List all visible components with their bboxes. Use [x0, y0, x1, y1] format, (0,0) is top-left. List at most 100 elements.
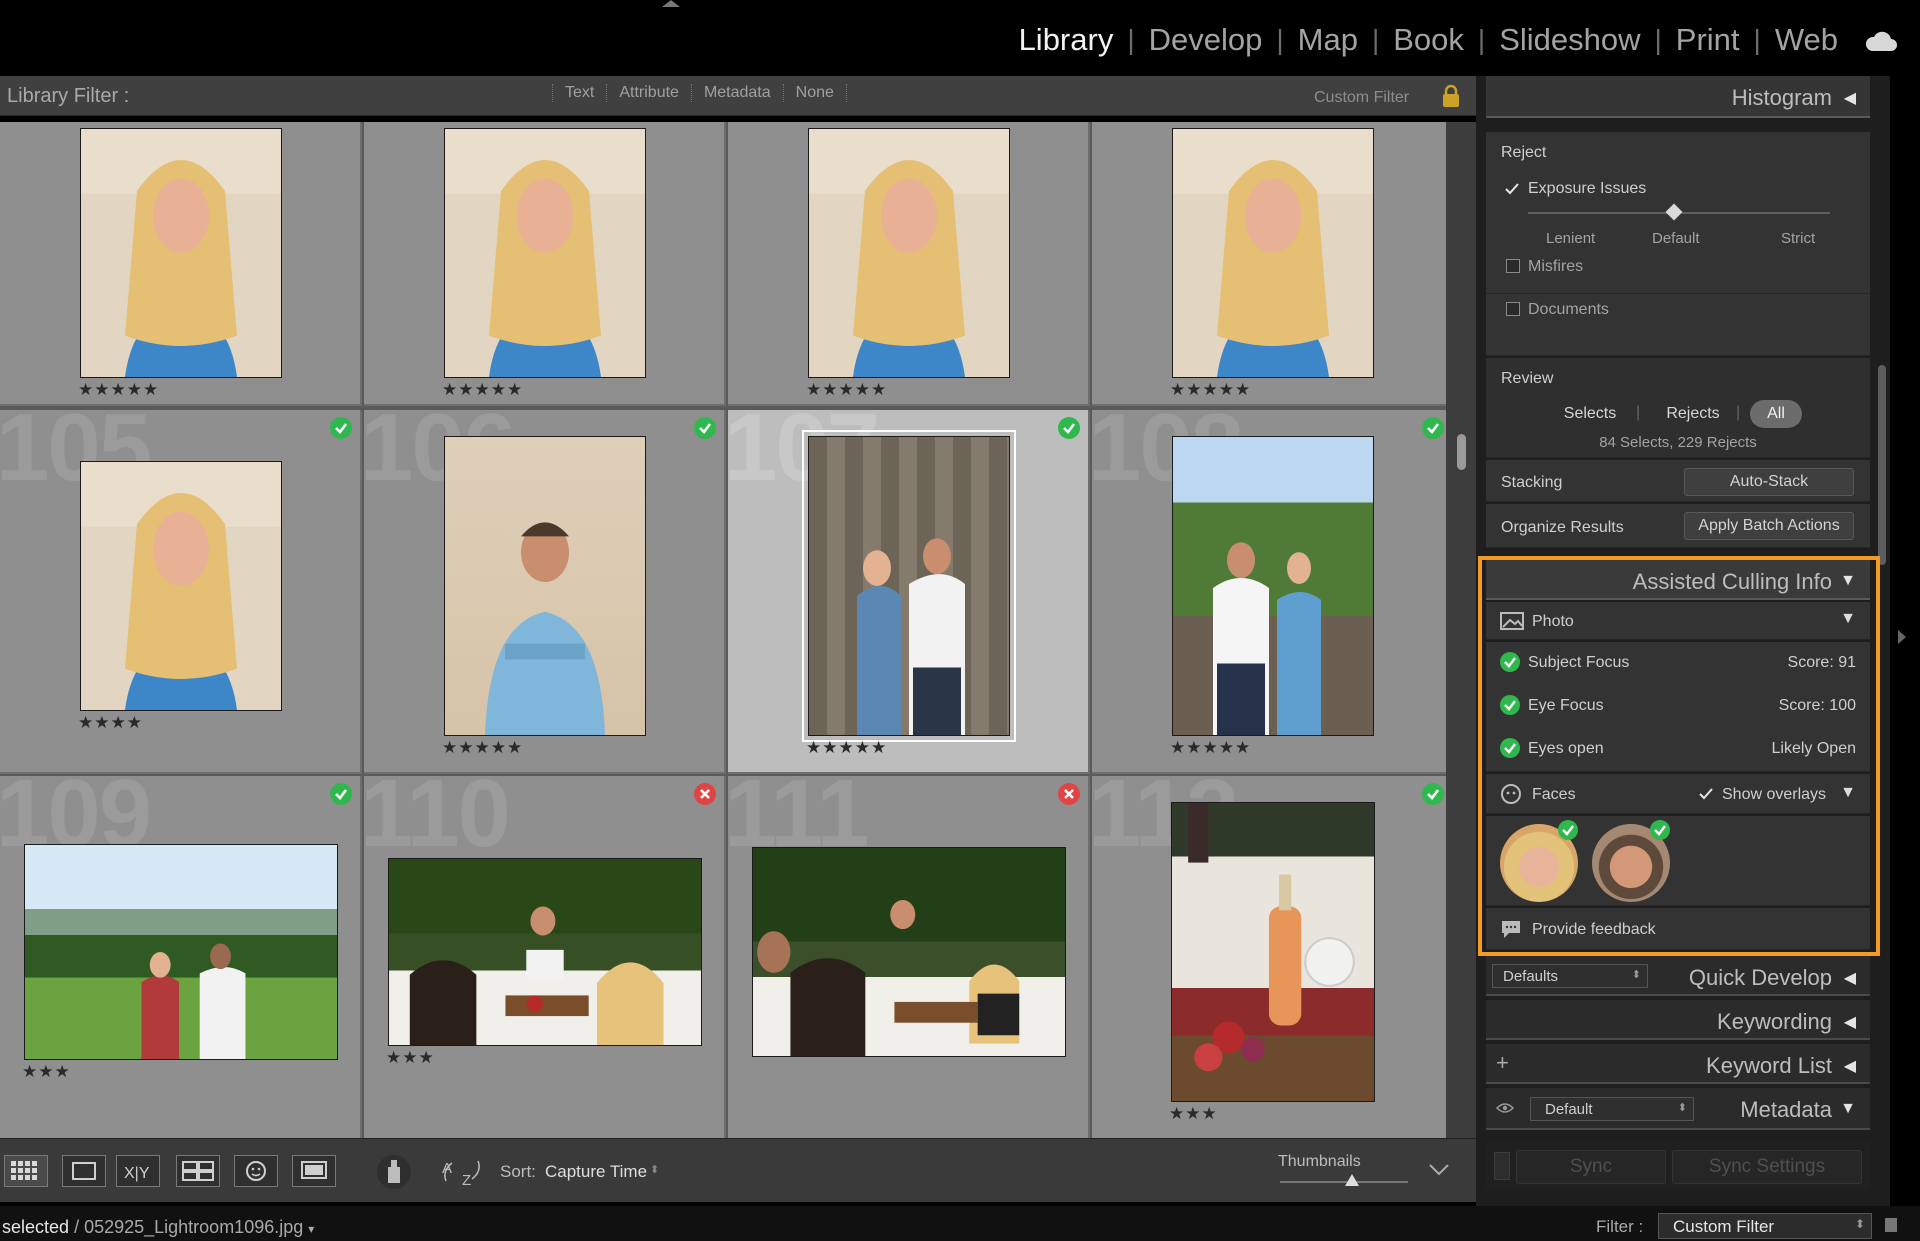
grid-view-icon[interactable] — [4, 1155, 48, 1187]
grid-cell[interactable]: ★★★★★ — [0, 122, 362, 406]
grid-cell[interactable]: ★★★★★ — [364, 122, 726, 406]
quick-develop-preset-select[interactable]: Defaults ⬍ — [1492, 964, 1648, 988]
sort-direction-icon[interactable]: AZ — [440, 1153, 492, 1189]
sync-button[interactable]: Sync — [1516, 1150, 1666, 1184]
sync-settings-button[interactable]: Sync Settings — [1672, 1150, 1862, 1184]
pick-flag-icon[interactable] — [330, 417, 352, 439]
metadata-preset-select[interactable]: Default ⬍ — [1530, 1097, 1694, 1121]
grid-cell[interactable]: 111 — [728, 776, 1090, 1138]
people-view-icon[interactable] — [234, 1155, 278, 1187]
photo-thumbnail[interactable] — [1171, 802, 1375, 1102]
keywording-header[interactable]: Keywording ◀ — [1486, 1000, 1870, 1040]
reject-flag-icon[interactable] — [1058, 783, 1080, 805]
grid-scroll-thumb[interactable] — [1457, 434, 1466, 470]
auto-stack-button[interactable]: Auto-Stack — [1684, 468, 1854, 496]
add-keyword-icon[interactable]: + — [1496, 1050, 1509, 1076]
thumbnail-size-slider[interactable] — [1280, 1181, 1408, 1183]
photo-thumbnail[interactable] — [752, 847, 1066, 1057]
photo-thumbnail[interactable] — [388, 858, 702, 1046]
reject-flag-icon[interactable] — [694, 783, 716, 805]
selected-file-path[interactable]: / 052925_Lightroom1096.jpg — [74, 1217, 303, 1237]
filter-toggle-switch[interactable] — [1885, 1218, 1897, 1232]
grid-cell[interactable]: 109 ★★★ — [0, 776, 362, 1138]
pick-flag-icon[interactable] — [694, 417, 716, 439]
right-panel-toggle-icon[interactable] — [1898, 630, 1906, 644]
sensitivity-handle[interactable] — [1665, 203, 1683, 221]
sort-select[interactable]: Capture Time — [545, 1162, 647, 1182]
grid-scrollbar[interactable] — [1446, 122, 1476, 1138]
right-panel-scrollbar[interactable] — [1878, 365, 1886, 565]
module-library[interactable]: Library — [1015, 22, 1118, 58]
misfires-checkbox[interactable] — [1506, 259, 1520, 273]
pick-flag-icon[interactable] — [1058, 417, 1080, 439]
module-map[interactable]: Map — [1294, 22, 1362, 58]
star-rating[interactable]: ★★★ — [22, 1062, 71, 1082]
secondary-display-icon[interactable] — [292, 1155, 336, 1187]
faces-expand-icon[interactable]: ▼ — [1840, 784, 1856, 802]
lock-icon[interactable] — [1442, 84, 1460, 108]
path-menu-chevron-icon[interactable]: ▾ — [308, 1222, 314, 1236]
painter-icon[interactable] — [376, 1151, 412, 1191]
filter-text[interactable]: Text — [552, 84, 606, 102]
pick-flag-icon[interactable] — [1422, 417, 1444, 439]
auto-sync-switch[interactable] — [1494, 1152, 1510, 1180]
photo-thumbnail[interactable] — [444, 436, 646, 736]
cloud-icon[interactable] — [1864, 30, 1898, 52]
review-rejects-button[interactable]: Rejects — [1650, 400, 1736, 428]
star-rating[interactable]: ★★★★★ — [78, 380, 159, 400]
photo-thumbnail[interactable] — [444, 128, 646, 378]
loupe-view-icon[interactable] — [62, 1155, 106, 1187]
grid-cell[interactable]: ★★★★★ — [728, 122, 1090, 406]
pick-flag-icon[interactable] — [1422, 783, 1444, 805]
grid-cell[interactable]: 112 ★★★ — [1092, 776, 1446, 1138]
histogram-header[interactable]: Histogram ◀ — [1486, 76, 1870, 118]
show-overlays-checkbox[interactable] — [1698, 786, 1714, 802]
photo-thumbnail[interactable] — [80, 128, 282, 378]
grid-cell[interactable]: 107 ★★★★★ — [728, 410, 1090, 774]
star-rating[interactable]: ★★★★★ — [1170, 738, 1251, 758]
grid-cell[interactable]: 108 ★★★★★ — [1092, 410, 1446, 774]
module-print[interactable]: Print — [1672, 22, 1744, 58]
star-rating[interactable]: ★★★★★ — [1170, 380, 1251, 400]
star-rating[interactable]: ★★★★★ — [806, 380, 887, 400]
module-develop[interactable]: Develop — [1145, 22, 1267, 58]
custom-filter-select[interactable]: Custom Filter — [1314, 89, 1409, 107]
keyword-list-header[interactable]: + Keyword List ◀ — [1486, 1044, 1870, 1084]
metadata-header[interactable]: Default ⬍ Metadata ▼ — [1486, 1088, 1870, 1130]
grid-cell[interactable]: 105 ★★★★ — [0, 410, 362, 774]
survey-view-icon[interactable] — [176, 1155, 220, 1187]
filmstrip-filter-select[interactable]: Custom Filter ⬍ — [1658, 1213, 1872, 1239]
star-rating[interactable]: ★★★★★ — [442, 738, 523, 758]
documents-checkbox[interactable] — [1506, 302, 1520, 316]
photo-thumbnail[interactable] — [808, 128, 1010, 378]
review-all-button[interactable]: All — [1750, 400, 1802, 428]
pick-flag-icon[interactable] — [330, 783, 352, 805]
exposure-issues-checkbox[interactable] — [1504, 181, 1519, 195]
photo-thumbnail[interactable] — [802, 430, 1016, 742]
quick-develop-header[interactable]: Defaults ⬍ Quick Develop ◀ — [1486, 956, 1870, 996]
star-rating[interactable]: ★★★★ — [78, 713, 143, 733]
module-book[interactable]: Book — [1389, 22, 1468, 58]
grid-cell[interactable]: ★★★★★ — [1092, 122, 1446, 406]
photo-expand-icon[interactable]: ▼ — [1840, 610, 1856, 628]
star-rating[interactable]: ★★★ — [1169, 1104, 1218, 1124]
star-rating[interactable]: ★★★★★ — [442, 380, 523, 400]
photo-thumbnail[interactable] — [24, 844, 338, 1060]
compare-view-icon[interactable]: X|Y — [116, 1155, 160, 1187]
assisted-culling-header[interactable]: Assisted Culling Info ▼ — [1486, 560, 1870, 600]
toolbar-menu-chevron-icon[interactable] — [1428, 1163, 1450, 1177]
eye-icon[interactable] — [1496, 1102, 1514, 1114]
star-rating[interactable]: ★★★ — [386, 1048, 435, 1068]
photo-thumbnail[interactable] — [80, 461, 282, 711]
photo-thumbnail[interactable] — [1172, 436, 1374, 736]
grid-cell[interactable]: 106 ★★★★★ — [364, 410, 726, 774]
apply-batch-actions-button[interactable]: Apply Batch Actions — [1684, 512, 1854, 540]
module-web[interactable]: Web — [1771, 22, 1842, 58]
grid-cell[interactable]: 110 ★★★ — [364, 776, 726, 1138]
review-selects-button[interactable]: Selects — [1540, 400, 1640, 428]
top-panel-toggle-icon[interactable] — [662, 0, 680, 7]
filter-attribute[interactable]: Attribute — [606, 84, 691, 102]
filter-metadata[interactable]: Metadata — [690, 84, 783, 102]
provide-feedback-link[interactable]: Provide feedback — [1532, 921, 1656, 939]
thumbnail-size-handle[interactable] — [1345, 1174, 1359, 1186]
